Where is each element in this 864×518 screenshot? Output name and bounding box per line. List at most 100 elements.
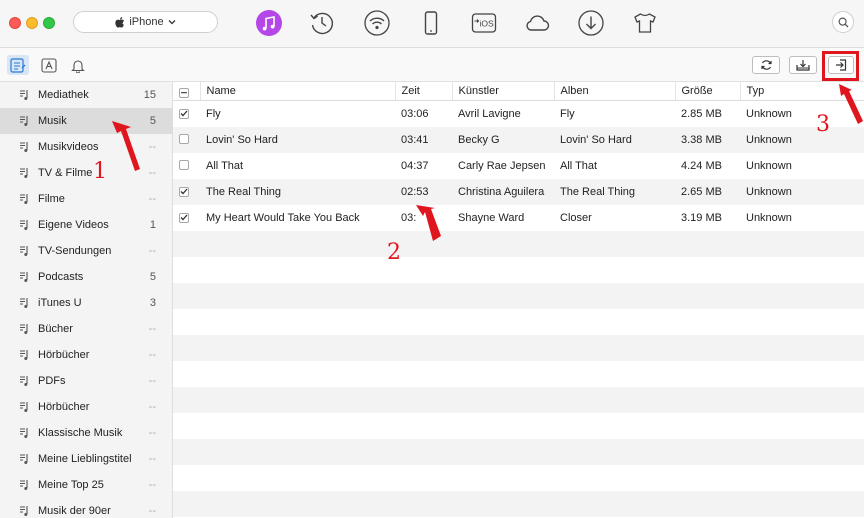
music-list-icon (19, 193, 29, 205)
sidebar-item[interactable]: Filme -- (0, 186, 172, 212)
itunes-music-icon[interactable] (254, 8, 284, 38)
sidebar-item[interactable]: Podcasts 5 (0, 264, 172, 290)
music-list-icon (19, 167, 29, 179)
row-checkbox-cell[interactable] (173, 127, 200, 153)
tshirt-icon[interactable] (630, 8, 660, 38)
row-checkbox[interactable] (179, 212, 189, 223)
list-view-button[interactable] (7, 55, 29, 75)
music-list-icon (19, 89, 29, 101)
sidebar-item[interactable]: Musikvideos -- (0, 134, 172, 160)
table-row[interactable]: All That 04:37 Carly Rae Jepsen All That 4.2… (173, 153, 864, 179)
song-table: Name Zeit Künstler Alben Größe Typ Fly 03… (173, 82, 864, 518)
sidebar-item[interactable]: PDFs -- (0, 368, 172, 394)
empty-row (173, 491, 864, 517)
row-checkbox[interactable] (179, 133, 189, 144)
cell-size: 2.65 MB (675, 179, 740, 205)
refresh-button[interactable] (752, 56, 780, 74)
sidebar-item[interactable]: Klassische Musik -- (0, 420, 172, 446)
row-checkbox[interactable] (179, 159, 189, 170)
zoom-window-button[interactable] (43, 17, 55, 29)
column-header-size[interactable]: Größe (675, 82, 741, 101)
cell-artist: Becky G (452, 127, 554, 153)
empty-row (173, 283, 864, 309)
column-header-name[interactable]: Name (200, 82, 396, 101)
cell-name: Fly (206, 108, 221, 120)
sidebar-item[interactable]: Hörbücher -- (0, 394, 172, 420)
sidebar-item-count: 1 (149, 219, 156, 231)
row-checkbox[interactable] (179, 108, 189, 119)
ios-transfer-icon[interactable]: iOS (469, 8, 499, 38)
row-checkbox-cell[interactable] (173, 205, 200, 231)
sidebar-item[interactable]: Meine Lieblingstitel -- (0, 446, 172, 472)
sidebar-item-label: Musikvideos (38, 141, 99, 153)
sidebar-item-count: -- (148, 505, 156, 517)
wifi-icon[interactable] (362, 8, 392, 38)
column-header-type[interactable]: Typ (740, 82, 864, 101)
sidebar-item-count: 5 (149, 115, 156, 127)
sidebar-item[interactable]: Eigene Videos 1 (0, 212, 172, 238)
sidebar-item-count: 5 (149, 271, 156, 283)
app-store-button[interactable] (38, 55, 60, 75)
cell-time: 03: (401, 212, 417, 224)
table-row[interactable]: My Heart Would Take You Back 03: Shayne Wa… (173, 205, 864, 231)
music-list-icon (19, 297, 29, 309)
sidebar-item[interactable]: Bücher -- (0, 316, 172, 342)
iphone-device-icon[interactable] (416, 8, 446, 38)
cell-artist: Avril Lavigne (458, 108, 521, 120)
sidebar-item-count: -- (148, 141, 156, 153)
table-row[interactable]: The Real Thing 02:53 Christina Aguilera The… (173, 179, 864, 205)
svg-text:iOS: iOS (480, 19, 495, 29)
sidebar-item[interactable]: Meine Top 25 -- (0, 472, 172, 498)
music-list-icon (19, 375, 29, 387)
music-list-icon (19, 349, 29, 361)
select-all-checkbox[interactable] (179, 87, 189, 98)
sidebar-item[interactable]: Hörbücher -- (0, 342, 172, 368)
sidebar-item-count: -- (148, 479, 156, 491)
close-window-button[interactable] (9, 17, 21, 29)
music-list-icon (19, 453, 29, 465)
music-list-icon (19, 401, 29, 413)
sidebar-item-label: TV & Filme (38, 167, 93, 179)
cell-time: 03:41 (395, 127, 452, 153)
cell-artist: Shayne Ward (458, 212, 525, 224)
device-selector[interactable]: iPhone (73, 11, 218, 33)
row-checkbox-cell[interactable] (173, 153, 200, 179)
refresh-icon (760, 60, 772, 70)
sidebar-item[interactable]: iTunes U 3 (0, 290, 172, 316)
export-to-computer-button[interactable] (789, 56, 817, 74)
table-row[interactable]: Lovin' So Hard 03:41 Becky G Lovin' So Hard… (173, 127, 864, 153)
sidebar-item-label: Mediathek (38, 89, 89, 101)
row-checkbox-cell[interactable] (173, 101, 200, 128)
search-button[interactable] (832, 11, 854, 33)
empty-row (173, 335, 864, 361)
column-header-artist[interactable]: Künstler (452, 82, 555, 101)
select-all-checkbox-cell[interactable] (173, 82, 201, 101)
cell-album: All That (560, 160, 598, 172)
icloud-icon[interactable] (522, 8, 552, 38)
cell-time: 04:37 (401, 160, 429, 172)
sidebar-item[interactable]: Musik 5 (0, 108, 172, 134)
column-header-album[interactable]: Alben (554, 82, 676, 101)
sidebar-item-label: Podcasts (38, 271, 84, 283)
sidebar-item[interactable]: Mediathek 15 (0, 82, 172, 108)
empty-row (173, 309, 864, 335)
sidebar-item[interactable]: Musik der 90er -- (0, 498, 172, 518)
cell-type: Unknown (746, 108, 792, 120)
table-row[interactable]: Fly 03:06 Avril Lavigne Fly 2.85 MB Unknown (173, 101, 864, 128)
column-header-time[interactable]: Zeit (395, 82, 453, 101)
cell-size: 3.38 MB (675, 127, 740, 153)
row-checkbox[interactable] (179, 186, 189, 197)
history-icon[interactable] (307, 8, 337, 38)
sidebar-item-label: Hörbücher (38, 349, 90, 361)
sidebar-item[interactable]: TV-Sendungen -- (0, 238, 172, 264)
sidebar-item-label: Bücher (38, 323, 73, 335)
cell-size: 4.24 MB (681, 160, 722, 172)
sidebar-item-count: -- (148, 167, 156, 179)
sidebar-item-label: Musik (38, 115, 67, 127)
notifications-button[interactable] (67, 55, 89, 75)
sidebar-item-label: Hörbücher (38, 401, 90, 413)
download-icon[interactable] (576, 8, 606, 38)
minimize-window-button[interactable] (26, 17, 38, 29)
sidebar-item[interactable]: TV & Filme -- (0, 160, 172, 186)
row-checkbox-cell[interactable] (173, 179, 200, 205)
